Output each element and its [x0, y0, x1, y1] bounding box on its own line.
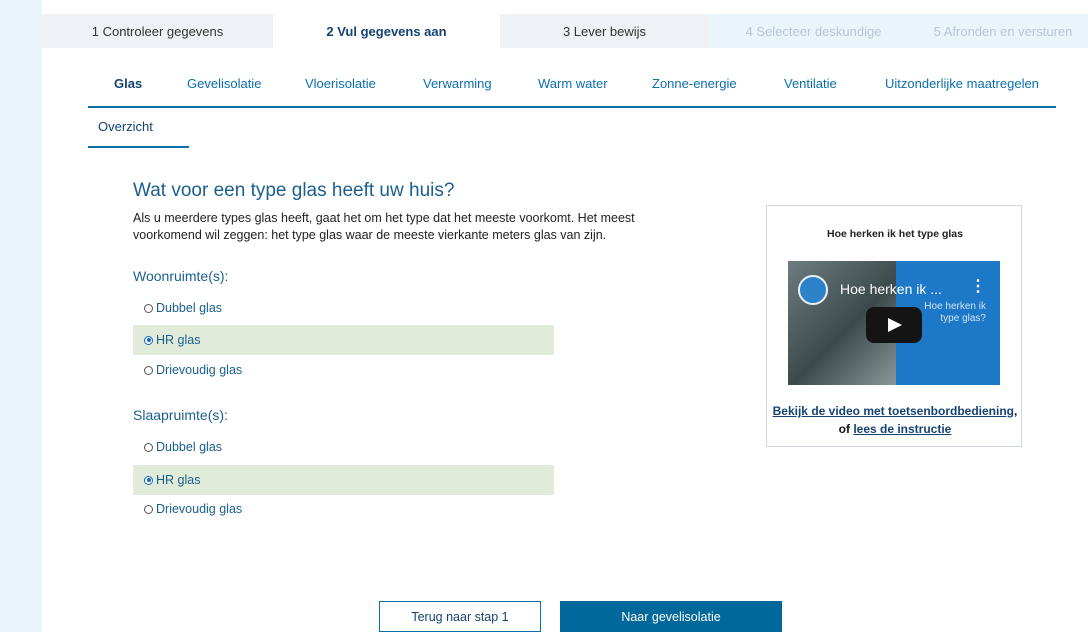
- option-label: Drievoudig glas: [156, 363, 243, 377]
- tab-overzicht-label: Overzicht: [98, 119, 153, 134]
- tab-zonne-energie[interactable]: Zonne-energie: [652, 76, 737, 91]
- tab-gevelisolatie[interactable]: Gevelisolatie: [187, 76, 261, 91]
- radio-slaap-hr-glas[interactable]: HR glas: [133, 465, 554, 495]
- next-button[interactable]: Naar gevelisolatie: [560, 601, 782, 632]
- keyboard-video-link[interactable]: Bekijk de video met toetsenbordbediening: [773, 404, 1014, 418]
- option-label: Dubbel glas: [156, 440, 223, 454]
- tab-warm-water[interactable]: Warm water: [538, 76, 608, 91]
- channel-logo-icon[interactable]: [798, 275, 828, 305]
- radio-selected-icon[interactable]: [144, 475, 153, 485]
- radio-empty-icon[interactable]: [144, 303, 153, 313]
- play-button-icon[interactable]: [866, 307, 922, 343]
- step-3-lever-bewijs[interactable]: 3 Lever bewijs: [500, 14, 709, 48]
- group-label-woonruimte: Woonruimte(s):: [133, 268, 229, 284]
- instruction-link[interactable]: lees de instructie: [853, 422, 951, 436]
- question-intro: Als u meerdere types glas heeft, gaat he…: [133, 211, 635, 242]
- tab-vloerisolatie[interactable]: Vloerisolatie: [305, 76, 376, 91]
- radio-woon-hr-glas[interactable]: HR glas: [133, 325, 554, 355]
- category-tabs: Glas Gevelisolatie Vloerisolatie Verwarm…: [88, 70, 1056, 108]
- radio-slaap-drievoudig-glas[interactable]: Drievoudig glas: [133, 494, 554, 524]
- video-player-title[interactable]: Hoe herken ik ...: [840, 281, 942, 297]
- question-title: Wat voor een type glas heeft uw huis?: [133, 180, 455, 201]
- more-options-icon[interactable]: ⋮: [970, 279, 986, 295]
- option-label: HR glas: [156, 333, 201, 347]
- step-progress-bar: 1 Controleer gegevens 2 Vul gegevens aan…: [42, 14, 1088, 48]
- step-1-controleer[interactable]: 1 Controleer gegevens: [42, 14, 273, 48]
- tab-verwarming[interactable]: Verwarming: [423, 76, 492, 91]
- video-help-box: Hoe herken ik het type glas Hoe herken i…: [766, 205, 1022, 447]
- left-background-strip: [0, 0, 42, 632]
- tab-glas[interactable]: Glas: [114, 76, 142, 91]
- radio-selected-icon[interactable]: [144, 335, 153, 345]
- tab-ventilatie[interactable]: Ventilatie: [784, 76, 837, 91]
- step-2-vul-aan[interactable]: 2 Vul gegevens aan: [273, 14, 500, 48]
- radio-woon-drievoudig-glas[interactable]: Drievoudig glas: [133, 355, 554, 385]
- step-5-afronden: 5 Afronden en versturen: [918, 14, 1088, 48]
- or-text: of: [838, 422, 850, 436]
- option-label: HR glas: [156, 473, 201, 487]
- tab-overzicht[interactable]: Overzicht: [88, 112, 189, 148]
- tab-uitzonderlijke-maatregelen[interactable]: Uitzonderlijke maatregelen: [885, 76, 1039, 91]
- step-4-selecteer-deskundige: 4 Selecteer deskundige: [709, 14, 918, 48]
- radio-empty-icon[interactable]: [144, 504, 153, 514]
- back-button[interactable]: Terug naar stap 1: [379, 601, 541, 632]
- comma-text: ,: [1014, 404, 1018, 418]
- radio-woon-dubbel-glas[interactable]: Dubbel glas: [133, 293, 554, 323]
- group-label-slaapruimte: Slaapruimte(s):: [133, 407, 228, 423]
- video-player[interactable]: Hoe herken ik type glas? Hoe herken ik .…: [788, 261, 1000, 385]
- radio-empty-icon[interactable]: [144, 442, 153, 452]
- option-label: Drievoudig glas: [156, 502, 243, 516]
- radio-slaap-dubbel-glas[interactable]: Dubbel glas: [133, 432, 554, 462]
- radio-empty-icon[interactable]: [144, 365, 153, 375]
- video-links: Bekijk de video met toetsenbordbediening…: [767, 402, 1023, 438]
- video-box-title: Hoe herken ik het type glas: [827, 228, 963, 240]
- option-label: Dubbel glas: [156, 301, 223, 315]
